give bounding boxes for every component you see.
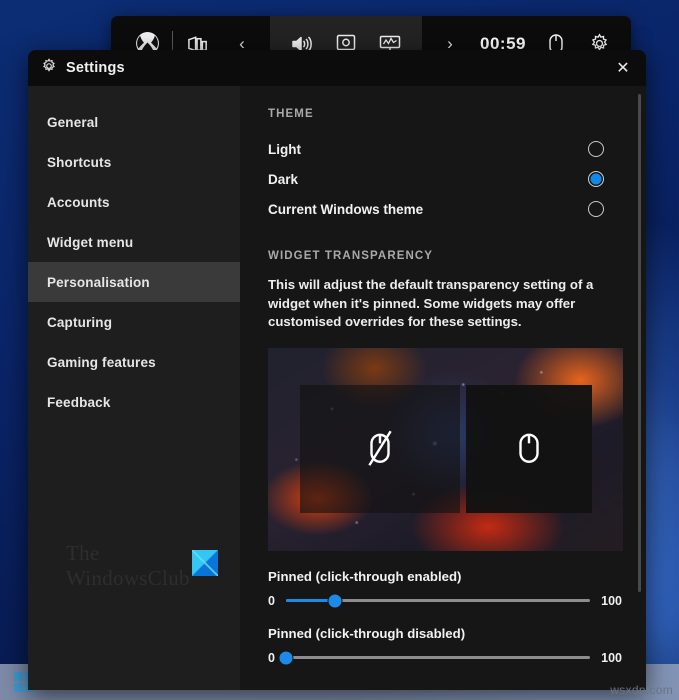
slider-row-click-through-enabled[interactable]: 0 100 [268, 593, 622, 608]
slider-max-label: 100 [601, 593, 622, 608]
theme-option-current-windows-theme[interactable]: Current Windows theme [268, 194, 622, 224]
transparency-preview-image [268, 347, 623, 551]
slider-track-click-through-enabled[interactable] [285, 593, 591, 608]
gear-icon [41, 57, 57, 79]
radio-button-light[interactable] [588, 141, 604, 157]
sidebar-item-label: Gaming features [47, 354, 156, 370]
theme-option-label: Current Windows theme [268, 201, 424, 217]
sidebar-item-label: Accounts [47, 194, 110, 210]
transparency-description: This will adjust the default transparenc… [268, 277, 594, 329]
sidebar-item-label: General [47, 114, 99, 130]
theme-section-heading: THEME [268, 108, 314, 120]
close-icon[interactable]: ✕ [600, 50, 646, 86]
slider-row-click-through-disabled[interactable]: 0 100 [268, 650, 622, 665]
radio-button-dark[interactable] [588, 171, 604, 187]
mouse-click-through-disabled-icon [368, 430, 392, 466]
preview-panel-click-through-disabled [466, 384, 592, 513]
sidebar-item-label: Capturing [47, 314, 113, 330]
sidebar: General Shortcuts Accounts Widget menu P… [28, 86, 240, 690]
settings-content-panel: THEME Light Dark Current Windows theme W… [240, 86, 646, 690]
slider-label-click-through-disabled: Pinned (click-through disabled) [268, 625, 466, 641]
slider-min-label: 0 [268, 650, 275, 665]
sidebar-item-label: Widget menu [47, 234, 134, 250]
sidebar-item-label: Shortcuts [47, 154, 112, 170]
sidebar-item-general[interactable]: General [28, 102, 240, 142]
settings-body: General Shortcuts Accounts Widget menu P… [28, 86, 646, 690]
sidebar-item-label: Personalisation [47, 274, 150, 290]
sidebar-item-accounts[interactable]: Accounts [28, 182, 240, 222]
content-scrollbar[interactable] [638, 94, 641, 592]
settings-titlebar: Settings ✕ [28, 50, 646, 86]
windowsclub-watermark: The WindowsClub [66, 541, 226, 605]
theme-option-dark[interactable]: Dark [268, 164, 622, 194]
sidebar-item-feedback[interactable]: Feedback [28, 382, 240, 422]
page-title: Settings [66, 60, 125, 76]
theme-option-light[interactable]: Light [268, 134, 622, 164]
mouse-icon [519, 433, 539, 463]
theme-option-label: Dark [268, 171, 299, 187]
windowsclub-logo-icon [192, 550, 218, 576]
slider-track-click-through-disabled[interactable] [278, 650, 591, 665]
sidebar-item-shortcuts[interactable]: Shortcuts [28, 142, 240, 182]
theme-option-label: Light [268, 141, 301, 157]
slider-thumb-click-through-disabled[interactable] [278, 650, 294, 665]
slider-thumb-click-through-enabled[interactable] [327, 593, 343, 608]
source-watermark: wsxdn.com [610, 683, 673, 697]
slider-max-label: 100 [601, 650, 622, 665]
preview-panel-click-through-enabled [300, 384, 460, 513]
sidebar-item-personalisation[interactable]: Personalisation [28, 262, 240, 302]
sidebar-item-widget-menu[interactable]: Widget menu [28, 222, 240, 262]
slider-label-click-through-enabled: Pinned (click-through enabled) [268, 568, 462, 584]
sidebar-item-gaming-features[interactable]: Gaming features [28, 342, 240, 382]
settings-window: Settings ✕ General Shortcuts Accounts Wi… [28, 50, 646, 690]
radio-button-current-windows-theme[interactable] [588, 201, 604, 217]
transparency-section-heading: WIDGET TRANSPARENCY [268, 250, 434, 262]
sidebar-item-label: Feedback [47, 394, 111, 410]
slider-min-label: 0 [268, 593, 275, 608]
sidebar-item-capturing[interactable]: Capturing [28, 302, 240, 342]
